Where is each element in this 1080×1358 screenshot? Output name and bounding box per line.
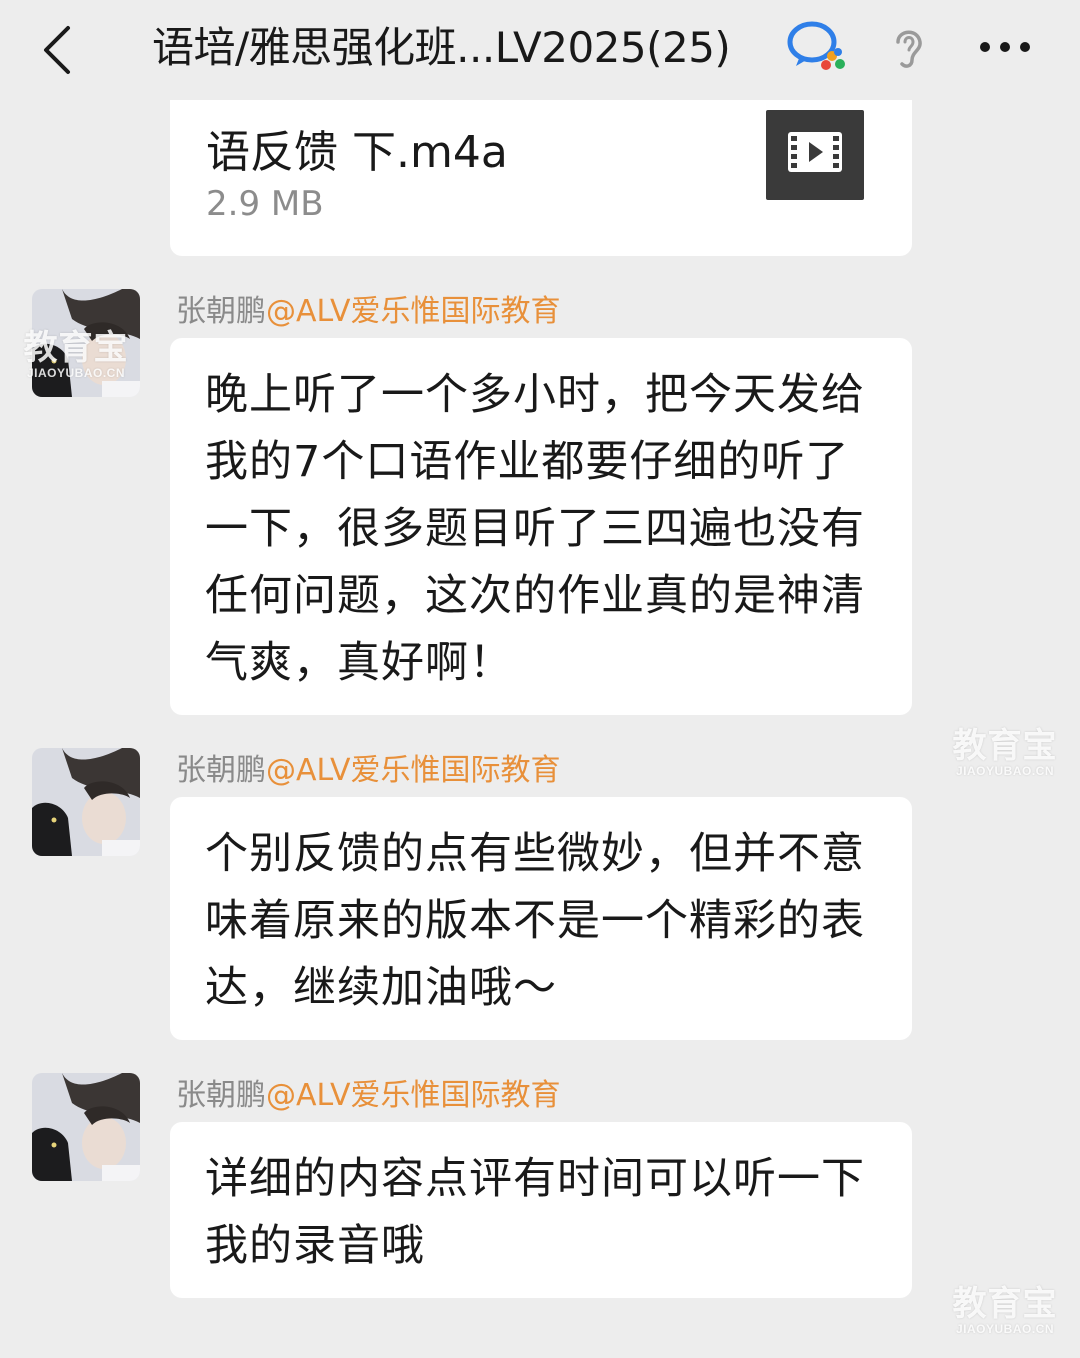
message-text: 详细的内容点评有时间可以听一下我的录音哦 — [205, 1154, 865, 1271]
sender-org: @ALV爱乐惟国际教育 — [266, 753, 561, 788]
avatar[interactable] — [32, 1073, 140, 1181]
sender-label: 张朝鹏@ALV爱乐惟国际教育 — [176, 1076, 560, 1116]
more-icon — [980, 42, 1030, 52]
ear-icon[interactable] — [888, 22, 928, 72]
chat-header: 语培/雅思强化班...LV2025(25) — [0, 0, 1080, 100]
sender-name: 张朝鹏 — [176, 294, 266, 329]
message-bubble[interactable]: 晚上听了一个多小时，把今天发给我的7个口语作业都要仔细的听了一下，很多题目听了三… — [170, 338, 912, 715]
message-text: 个别反馈的点有些微妙，但并不意味着原来的版本不是一个精彩的表达，继续加油哦～ — [205, 829, 865, 1013]
more-button[interactable] — [975, 22, 1035, 72]
watermark: 教育宝 JIAOYUBAO.CN — [23, 329, 129, 380]
file-message[interactable]: 语反馈 下.m4a 2.9 MB — [170, 100, 912, 256]
watermark: 教育宝 JIAOYUBAO.CN — [952, 727, 1058, 778]
watermark: 教育宝 JIAOYUBAO.CN — [952, 1285, 1058, 1336]
message-bubble[interactable]: 详细的内容点评有时间可以听一下我的录音哦 — [170, 1122, 912, 1298]
sender-name: 张朝鹏 — [176, 753, 266, 788]
message-text: 晚上听了一个多小时，把今天发给我的7个口语作业都要仔细的听了一下，很多题目听了三… — [205, 370, 865, 688]
sender-label: 张朝鹏@ALV爱乐惟国际教育 — [176, 292, 560, 332]
sender-org: @ALV爱乐惟国际教育 — [266, 1078, 561, 1113]
wecom-chat-icon — [786, 18, 850, 74]
chat-title: 语培/雅思强化班...LV2025(25) — [152, 23, 731, 72]
sender-label: 张朝鹏@ALV爱乐惟国际教育 — [176, 751, 560, 791]
file-name: 语反馈 下.m4a — [206, 127, 508, 178]
sender-org: @ALV爱乐惟国际教育 — [266, 294, 561, 329]
back-arrow-icon — [44, 26, 70, 74]
video-file-icon — [766, 110, 864, 200]
message-bubble[interactable]: 个别反馈的点有些微妙，但并不意味着原来的版本不是一个精彩的表达，继续加油哦～ — [170, 797, 912, 1040]
back-button[interactable] — [30, 20, 90, 80]
file-size: 2.9 MB — [206, 184, 324, 224]
sender-name: 张朝鹏 — [176, 1078, 266, 1113]
avatar[interactable] — [32, 748, 140, 856]
